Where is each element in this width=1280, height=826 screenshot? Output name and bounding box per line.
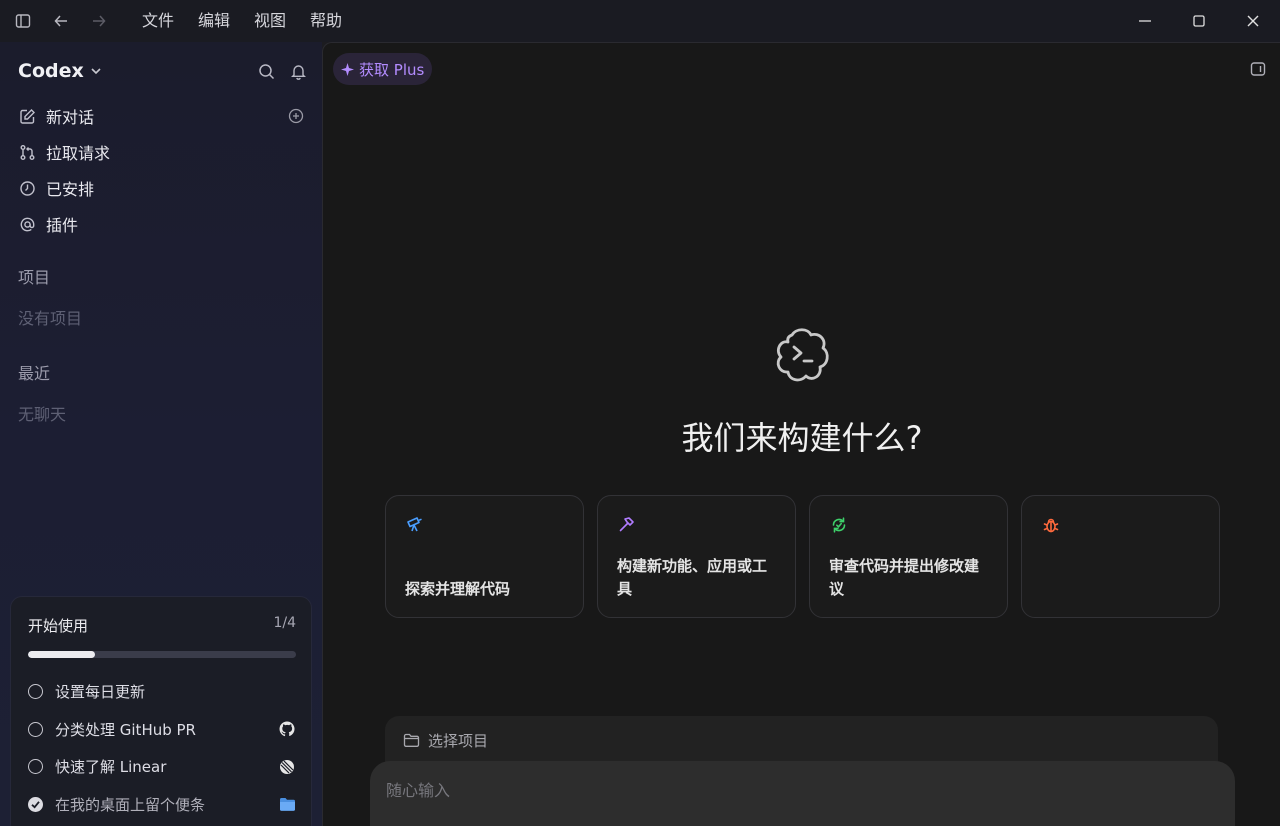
suggestion-card-label: 探索并理解代码 [405,580,511,598]
codex-cloud-terminal-icon [772,325,832,385]
close-icon[interactable] [1226,0,1280,42]
linear-icon [278,758,296,776]
composer [370,761,1235,826]
folder-outline-icon [403,733,420,748]
recent-empty-text: 无聊天 [18,405,67,424]
sidebar-nav: 新对话 拉取请求 已安排 插件 [18,98,308,242]
suggestion-card-label: 审查代码并提出修改建议 [829,557,980,598]
checklist-item-label: 快速了解 Linear [55,758,167,777]
checked-circle-icon[interactable] [28,796,43,812]
at-icon [18,215,36,233]
suggestion-card-debug[interactable] [1021,495,1220,618]
sidebar-item-scheduled[interactable]: 已安排 [18,170,308,206]
folder-icon [278,795,296,813]
side-panel-toggle-icon[interactable] [1250,61,1266,77]
maximize-icon[interactable] [1172,0,1226,42]
getting-started-progress [28,651,296,658]
projects-empty-text: 没有项目 [18,309,83,328]
sidebar-item-label: 插件 [46,216,79,235]
recent-heading: 最近 [18,364,51,383]
sidebar-toggle-icon[interactable] [4,0,42,42]
get-plus-label: 获取 Plus [359,60,425,79]
checklist-item-desktop-note[interactable]: 在我的桌面上留个便条 [28,786,296,824]
edit-icon [18,107,36,125]
sidebar-item-pull-requests[interactable]: 拉取请求 [18,134,308,170]
menu-file[interactable]: 文件 [130,0,186,42]
getting-started-count: 1/4 [273,615,296,631]
back-arrow-icon[interactable] [42,0,80,42]
chevron-down-icon[interactable] [90,65,102,77]
checklist-item-linear[interactable]: 快速了解 Linear [28,748,296,786]
unchecked-circle-icon[interactable] [28,721,43,737]
getting-started-list: 设置每日更新 分类处理 GitHub PR 快速了解 Linear 在我的桌面上… [28,673,296,823]
sidebar-item-label: 新对话 [46,108,95,127]
workspace-switcher[interactable]: Codex [18,60,84,82]
sidebar-item-label: 拉取请求 [46,144,111,163]
getting-started-panel: 开始使用 1/4 设置每日更新 分类处理 GitHub PR 快速了解 Line… [10,596,312,826]
suggestion-card-build[interactable]: 构建新功能、应用或工具 [597,495,796,618]
bell-icon[interactable] [288,61,308,81]
brand-row: Codex [18,56,308,86]
telescope-icon [406,516,424,534]
clock-icon [18,179,36,197]
projects-heading: 项目 [18,268,51,287]
menu-bar: 文件 编辑 视图 帮助 [130,0,354,42]
getting-started-title: 开始使用 [28,617,89,635]
project-selector[interactable]: 选择项目 [385,716,1218,764]
bug-icon [1042,516,1060,534]
sidebar-item-new-chat[interactable]: 新对话 [18,98,308,134]
title-bar: 文件 编辑 视图 帮助 [0,0,1280,42]
checklist-item-label: 设置每日更新 [55,683,146,702]
minimize-icon[interactable] [1118,0,1172,42]
sidebar-item-label: 已安排 [46,180,95,199]
composer-input[interactable] [386,781,1219,800]
checklist-item-github-pr[interactable]: 分类处理 GitHub PR [28,711,296,749]
checklist-item-daily-update[interactable]: 设置每日更新 [28,673,296,711]
suggestion-card-explore[interactable]: 探索并理解代码 [385,495,584,618]
search-icon[interactable] [256,61,276,81]
progress-fill [28,651,95,658]
project-selector-label: 选择项目 [428,731,489,750]
get-plus-button[interactable]: 获取 Plus [333,53,433,85]
review-icon [830,516,848,534]
checklist-item-label: 在我的桌面上留个便条 [55,795,206,814]
suggestion-card-label: 构建新功能、应用或工具 [617,557,768,598]
menu-help[interactable]: 帮助 [298,0,354,42]
main-panel: 获取 Plus 我们来构建什么? 探索并理解代码 构建新功能、应用或工具 审查代… [322,42,1280,826]
menu-edit[interactable]: 编辑 [186,0,242,42]
window-controls [1118,0,1280,42]
suggestion-cards: 探索并理解代码 构建新功能、应用或工具 审查代码并提出修改建议 [385,495,1220,618]
pull-request-icon [18,143,36,161]
suggestion-card-review[interactable]: 审查代码并提出修改建议 [809,495,1008,618]
hero-title: 我们来构建什么? [681,419,923,457]
checklist-item-label: 分类处理 GitHub PR [55,720,196,739]
forward-arrow-icon[interactable] [80,0,118,42]
sparkle-icon [341,62,354,76]
unchecked-circle-icon[interactable] [28,684,43,700]
sidebar: Codex 新对话 拉取请求 已安排 插件 项目 没有项目 最近 无聊天 开始使… [0,42,322,826]
hammer-icon [618,516,636,534]
add-circle-icon[interactable] [288,108,304,124]
unchecked-circle-icon[interactable] [28,759,43,775]
github-icon [278,720,296,738]
menu-view[interactable]: 视图 [242,0,298,42]
sidebar-item-plugins[interactable]: 插件 [18,206,308,242]
